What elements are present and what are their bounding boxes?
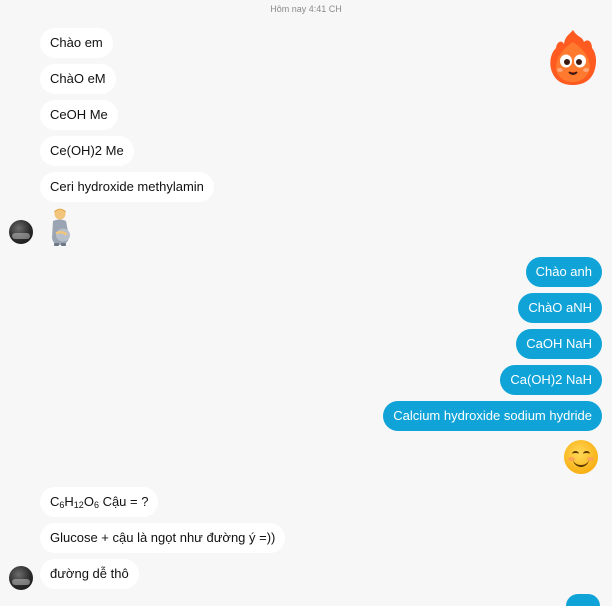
outgoing-message[interactable]: Chào anh — [525, 257, 602, 287]
smiling-face-emoji-icon[interactable] — [564, 440, 598, 474]
outgoing-message[interactable]: ChàO aNH — [518, 293, 602, 323]
incoming-message-formula[interactable]: C6H12O6 Cậu = ? — [40, 487, 159, 517]
incoming-message[interactable]: CeOH Me — [40, 100, 118, 130]
user-avatar[interactable] — [9, 220, 33, 244]
user-avatar[interactable] — [9, 566, 33, 590]
incoming-message[interactable]: ChàO eM — [40, 64, 116, 94]
outgoing-message-partial[interactable] — [566, 594, 600, 606]
chat-timestamp: Hôm nay 4:41 CH — [270, 4, 342, 14]
outgoing-message[interactable]: Ca(OH)2 NaH — [500, 365, 602, 395]
pregnant-man-emoji-icon[interactable] — [48, 207, 74, 247]
incoming-message[interactable]: Ceri hydroxide methylamin — [40, 172, 214, 202]
incoming-message[interactable]: Chào em — [40, 28, 113, 58]
fire-mascot-sticker-icon[interactable] — [548, 28, 598, 86]
outgoing-message[interactable]: Calcium hydroxide sodium hydride — [383, 401, 602, 431]
incoming-message[interactable]: Glucose + cậu là ngọt như đường ý =)) — [40, 523, 286, 553]
outgoing-message[interactable]: CaOH NaH — [516, 329, 602, 359]
incoming-message[interactable]: đường dễ thô — [40, 559, 139, 589]
incoming-message[interactable]: Ce(OH)2 Me — [40, 136, 134, 166]
